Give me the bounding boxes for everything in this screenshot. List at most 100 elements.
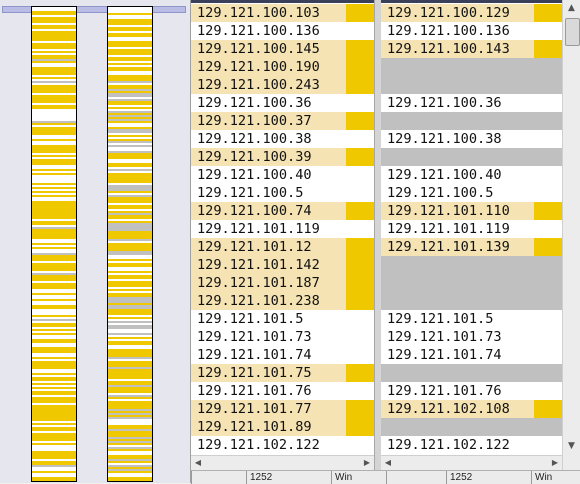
right-file-pane[interactable]: 129.121.100.129 129.121.100.136 129.121.10… (381, 0, 562, 483)
table-row[interactable] (381, 274, 562, 292)
diff-marker (534, 4, 562, 22)
table-row[interactable]: 129.121.101.76 (191, 382, 374, 400)
diff-marker (346, 112, 374, 130)
pane-caption-edge (381, 0, 562, 3)
diff-marker (346, 256, 374, 274)
scroll-left-icon[interactable]: ◀ (381, 456, 395, 470)
table-row[interactable]: 129.121.101.187 (191, 274, 374, 292)
row-text: 129.121.102.108 (387, 401, 510, 417)
row-text: 129.121.101.73 (387, 329, 502, 345)
row-text: 129.121.101.74 (197, 347, 312, 363)
location-bar-right[interactable] (107, 6, 153, 482)
row-text: 129.121.100.39 (197, 149, 312, 165)
left-line-count: 1252 (246, 471, 330, 484)
scroll-down-icon[interactable]: ▼ (563, 438, 580, 454)
table-row[interactable]: 129.121.101.74 (381, 346, 562, 364)
table-row[interactable]: 129.121.101.12 (191, 238, 374, 256)
vertical-scrollbar[interactable]: ▲ ▼ (562, 0, 580, 483)
table-row[interactable]: 129.121.102.122 (191, 436, 374, 454)
diff-marker (346, 76, 374, 94)
table-row[interactable]: 129.121.100.143 (381, 40, 562, 58)
diff-marker (346, 58, 374, 76)
scroll-up-icon[interactable]: ▲ (563, 0, 580, 16)
table-row[interactable]: 129.121.101.119 (381, 220, 562, 238)
location-pane-viewport-marker[interactable] (2, 6, 186, 13)
scroll-left-icon[interactable]: ◀ (191, 456, 205, 470)
row-text: 129.121.101.119 (387, 221, 510, 237)
table-row[interactable]: 129.121.101.5 (381, 310, 562, 328)
table-row[interactable]: 129.121.100.39 (191, 148, 374, 166)
table-row[interactable]: 129.121.101.139 (381, 238, 562, 256)
table-row[interactable] (381, 256, 562, 274)
row-text: 129.121.100.143 (387, 41, 510, 57)
row-text: 129.121.101.74 (387, 347, 502, 363)
table-row[interactable]: 129.121.100.145 (191, 40, 374, 58)
row-text: 129.121.100.36 (197, 95, 312, 111)
table-row[interactable]: 129.121.100.243 (191, 76, 374, 94)
scroll-right-icon[interactable]: ▶ (360, 456, 374, 470)
row-text: 129.121.100.103 (197, 5, 320, 21)
row-text: 129.121.100.190 (197, 59, 320, 75)
location-pane[interactable] (0, 0, 191, 483)
left-file-pane[interactable]: 129.121.100.103 129.121.100.136 129.121.10… (191, 0, 374, 483)
left-eol-type: Win (331, 471, 385, 484)
table-row[interactable] (381, 148, 562, 166)
row-text: 129.121.100.136 (197, 23, 320, 39)
diff-marker (346, 400, 374, 418)
table-row[interactable] (381, 76, 562, 94)
location-line (32, 479, 76, 481)
table-row[interactable]: 129.121.100.36 (191, 94, 374, 112)
scroll-right-icon[interactable]: ▶ (548, 456, 562, 470)
table-row[interactable]: 129.121.100.74 (191, 202, 374, 220)
table-row[interactable]: 129.121.100.5 (381, 184, 562, 202)
table-row[interactable] (381, 418, 562, 436)
row-text: 129.121.100.40 (197, 167, 312, 183)
table-row[interactable]: 129.121.100.190 (191, 58, 374, 76)
table-row[interactable]: 129.121.101.76 (381, 382, 562, 400)
row-text: 129.121.100.74 (197, 203, 312, 219)
table-row[interactable]: 129.121.102.122 (381, 436, 562, 454)
table-row[interactable]: 129.121.100.40 (381, 166, 562, 184)
table-row[interactable]: 129.121.101.89 (191, 418, 374, 436)
table-row[interactable]: 129.121.101.77 (191, 400, 374, 418)
row-text: 129.121.101.187 (197, 275, 320, 291)
table-row[interactable]: 129.121.101.110 (381, 202, 562, 220)
location-bar-left[interactable] (31, 6, 77, 482)
table-row[interactable] (381, 364, 562, 382)
table-row[interactable]: 129.121.100.136 (381, 22, 562, 40)
table-row[interactable]: 129.121.100.5 (191, 184, 374, 202)
row-text: 129.121.101.76 (197, 383, 312, 399)
table-row[interactable]: 129.121.101.119 (191, 220, 374, 238)
table-row[interactable]: 129.121.101.238 (191, 292, 374, 310)
right-horizontal-scrollbar[interactable]: ◀ ▶ (381, 455, 562, 470)
row-text: 129.121.100.36 (387, 95, 502, 111)
diff-marker (346, 238, 374, 256)
row-text: 129.121.102.122 (387, 437, 510, 453)
table-row[interactable]: 129.121.100.38 (381, 130, 562, 148)
table-row[interactable]: 129.121.101.75 (191, 364, 374, 382)
table-row[interactable]: 129.121.100.103 (191, 4, 374, 22)
table-row[interactable]: 129.121.100.129 (381, 4, 562, 22)
vertical-scroll-thumb[interactable] (565, 18, 580, 46)
table-row[interactable]: 129.121.100.37 (191, 112, 374, 130)
diff-marker (346, 148, 374, 166)
table-row[interactable]: 129.121.101.5 (191, 310, 374, 328)
table-row[interactable] (381, 58, 562, 76)
table-row[interactable]: 129.121.100.36 (381, 94, 562, 112)
table-row[interactable] (381, 292, 562, 310)
right-eol-type: Win (531, 471, 580, 484)
row-text: 129.121.101.76 (387, 383, 502, 399)
table-row[interactable]: 129.121.100.40 (191, 166, 374, 184)
left-horizontal-scrollbar[interactable]: ◀ ▶ (191, 455, 374, 470)
table-row[interactable]: 129.121.101.73 (191, 328, 374, 346)
table-row[interactable]: 129.121.101.142 (191, 256, 374, 274)
table-row[interactable]: 129.121.100.136 (191, 22, 374, 40)
table-row[interactable]: 129.121.102.108 (381, 400, 562, 418)
table-row[interactable]: 129.121.101.74 (191, 346, 374, 364)
table-row[interactable]: 129.121.101.73 (381, 328, 562, 346)
table-row[interactable]: 129.121.100.38 (191, 130, 374, 148)
diff-marker (346, 292, 374, 310)
table-row[interactable] (381, 112, 562, 130)
right-status-cell (386, 471, 445, 484)
right-line-count: 1252 (446, 471, 530, 484)
